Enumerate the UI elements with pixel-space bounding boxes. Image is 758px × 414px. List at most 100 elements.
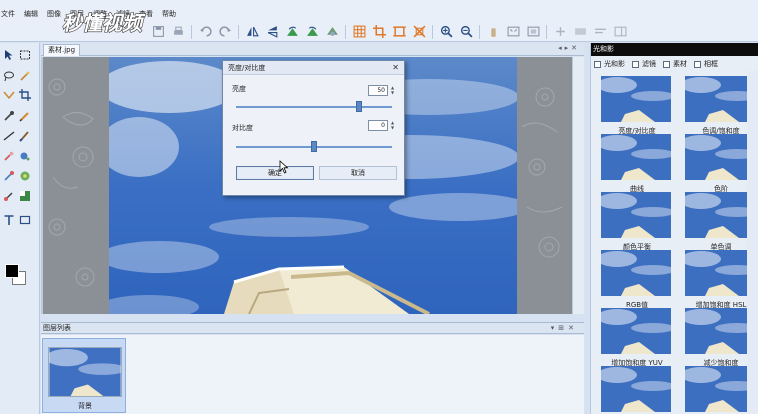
layer-thumbnail [48, 347, 122, 397]
tab-light-shadow[interactable]: 光和影 [594, 59, 625, 69]
pencil-icon[interactable] [18, 109, 32, 123]
undo-icon[interactable] [198, 25, 212, 39]
layer-name: 背景 [78, 402, 92, 410]
brush-icon[interactable] [18, 129, 32, 143]
effect-item[interactable]: 颜色平衡 [597, 192, 675, 252]
toolbar-separator [345, 24, 346, 39]
effect-thumbnail [681, 308, 758, 354]
panel-toggle-icon[interactable] [613, 25, 627, 39]
line-icon[interactable] [2, 129, 16, 143]
document-tab-controls[interactable]: ◂▸✕ [558, 44, 580, 52]
document-tab[interactable]: 素材.jpg [43, 44, 81, 56]
layer-panel-controls[interactable]: ▾⊞✕ [551, 323, 578, 333]
effect-thumbnail [597, 192, 675, 238]
layer-panel-header: 图层列表 ▾⊞✕ [41, 322, 584, 334]
resize-icon[interactable] [392, 25, 406, 39]
tab-material[interactable]: 素材 [663, 59, 687, 69]
gradient-icon[interactable] [18, 189, 32, 203]
toolbar-separator [238, 24, 239, 39]
text-layout-icon[interactable] [593, 25, 607, 39]
effect-thumbnail [597, 76, 675, 122]
hand-icon[interactable] [486, 25, 500, 39]
effects-scrollbar[interactable] [747, 71, 758, 414]
contrast-spinner-arrows[interactable]: ▲ ▼ [389, 120, 396, 131]
clone-stamp-icon[interactable] [18, 169, 32, 183]
select-arrow-icon[interactable] [2, 48, 16, 62]
eyedropper-icon[interactable] [2, 109, 16, 123]
effects-tabs: 光和影 滤镜 素材 相框 [591, 57, 758, 71]
flip-left-icon[interactable] [245, 25, 259, 39]
toolbar-separator [479, 24, 480, 39]
cancel-button[interactable]: 取消 [319, 166, 397, 180]
magic-wand-icon[interactable] [18, 69, 32, 83]
layer-panel: 背景 [41, 335, 584, 414]
menu-help[interactable]: 帮助 [162, 9, 176, 19]
effect-thumbnail [597, 250, 675, 296]
brightness-contrast-dialog: 亮度/对比度 ✕ 亮度 50 ▲ ▼ 对比度 0 ▲ ▼ 确定 取消 [222, 60, 405, 196]
dialog-title-bar[interactable]: 亮度/对比度 ✕ [223, 61, 404, 75]
effect-item[interactable]: 曲线 [597, 134, 675, 194]
effect-thumbnail [681, 366, 758, 412]
color-replace-icon[interactable] [2, 169, 16, 183]
mouse-cursor-icon [279, 160, 289, 174]
rotate-left-icon[interactable] [285, 25, 299, 39]
toolbar-separator [546, 24, 547, 39]
background-pattern-left [43, 57, 109, 314]
effect-item[interactable]: 亮度/对比度 [597, 76, 675, 136]
fit-screen-icon[interactable] [526, 25, 540, 39]
effect-item[interactable]: 增加对比 [597, 366, 675, 414]
menu-edit[interactable]: 编辑 [24, 9, 38, 19]
tab-filter[interactable]: 滤镜 [632, 59, 656, 69]
redo-icon[interactable] [218, 25, 232, 39]
toolbar-separator [432, 24, 433, 39]
rotate-icon[interactable] [325, 25, 339, 39]
menu-file[interactable]: 文件 [1, 9, 15, 19]
effect-thumbnail [681, 134, 758, 180]
rotate-right-icon[interactable] [305, 25, 319, 39]
effect-item[interactable]: RGB值 [597, 250, 675, 310]
contrast-label: 对比度 [232, 124, 253, 132]
effect-thumbnail [597, 366, 675, 412]
text-tool-icon[interactable] [2, 213, 16, 227]
layout-icon[interactable] [573, 25, 587, 39]
pan-icon[interactable] [553, 25, 567, 39]
lasso-icon[interactable] [2, 69, 16, 83]
layer-item[interactable]: 背景 [42, 338, 126, 413]
ok-button[interactable]: 确定 [236, 166, 314, 180]
magic-select-icon[interactable] [2, 88, 16, 102]
document-tab-bar: 素材.jpg ◂▸✕ [41, 43, 584, 56]
brightness-input[interactable]: 50 [368, 85, 388, 96]
foreground-color-swatch[interactable] [5, 264, 19, 278]
crop-tool-icon[interactable] [18, 88, 32, 102]
tools-panel [0, 43, 40, 414]
flip-right-icon[interactable] [265, 25, 279, 39]
contrast-slider-thumb[interactable] [311, 141, 317, 152]
actual-size-icon[interactable] [412, 25, 426, 39]
effect-item[interactable]: 增加饱和度 YUV [597, 308, 675, 368]
smudge-icon[interactable] [2, 189, 16, 203]
svg-text:秒懂视频: 秒懂视频 [62, 11, 146, 35]
airbrush-icon[interactable] [2, 149, 16, 163]
brightness-spinner-arrows[interactable]: ▲ ▼ [389, 85, 396, 96]
brightness-slider-track[interactable] [236, 106, 392, 108]
rect-select-icon[interactable] [18, 48, 32, 62]
crop-icon[interactable] [372, 25, 386, 39]
brightness-slider-thumb[interactable] [356, 101, 363, 112]
menu-image[interactable]: 图像 [47, 9, 61, 19]
fit-icon[interactable] [506, 25, 520, 39]
canvas-vertical-scrollbar[interactable] [572, 57, 584, 314]
effects-panel-title: 光和影 [591, 43, 758, 56]
effect-thumbnail [597, 308, 675, 354]
toolbar-separator [191, 24, 192, 39]
tab-frame[interactable]: 相框 [694, 59, 718, 69]
fill-icon[interactable] [18, 149, 32, 163]
rectangle-tool-icon[interactable] [18, 213, 32, 227]
grid-icon[interactable] [352, 25, 366, 39]
effect-thumbnail [681, 76, 758, 122]
watermark-logo: 秒懂视频 [61, 10, 146, 35]
zoom-out-icon[interactable] [459, 25, 473, 39]
contrast-input[interactable]: 0 [368, 120, 388, 131]
close-icon[interactable]: ✕ [392, 61, 399, 75]
zoom-in-icon[interactable] [439, 25, 453, 39]
print-icon[interactable] [171, 25, 185, 39]
